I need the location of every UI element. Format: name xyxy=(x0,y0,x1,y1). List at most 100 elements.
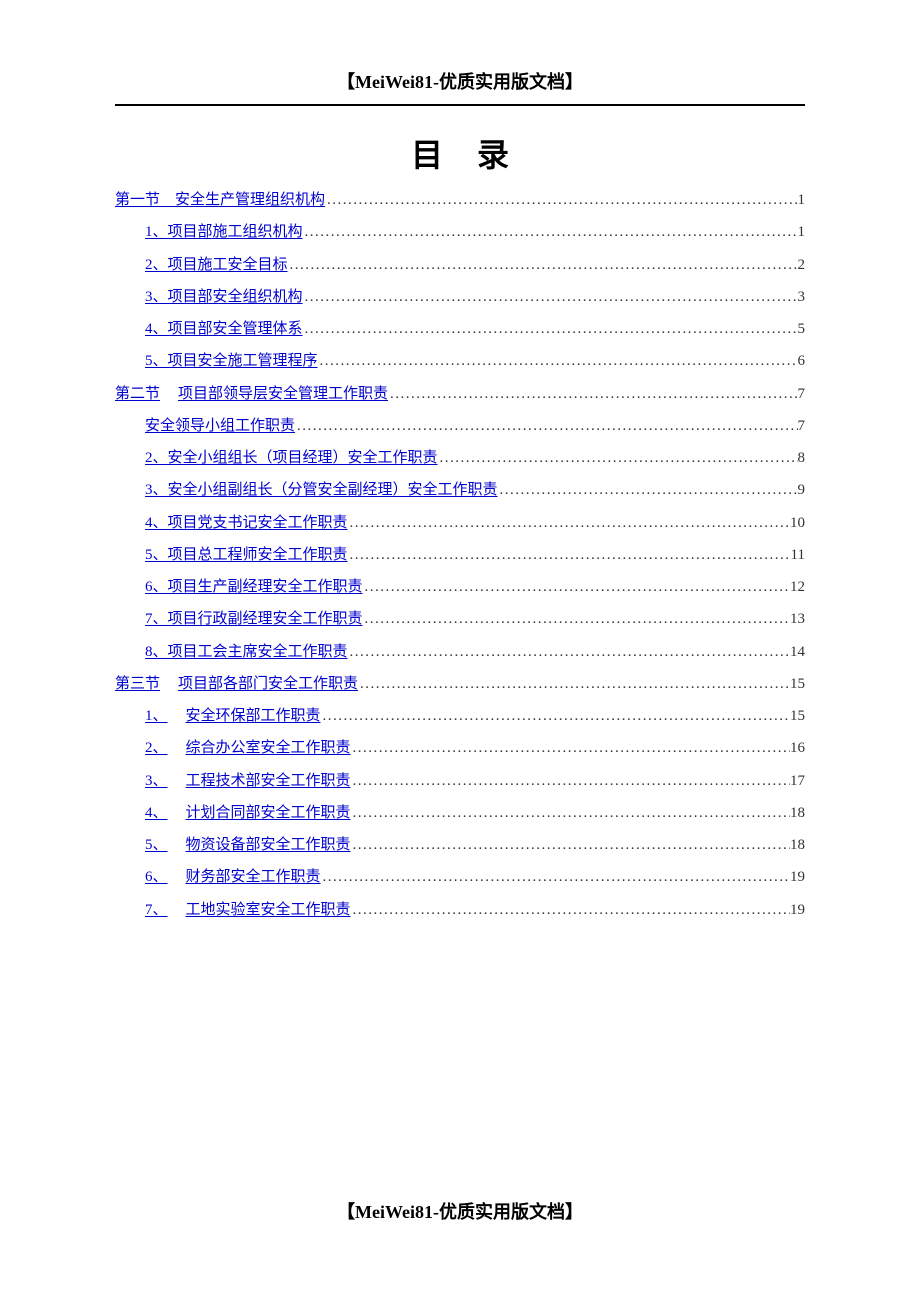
toc-leader-dots xyxy=(438,442,798,474)
toc-link[interactable]: 安全环保部工作职责 xyxy=(186,700,321,732)
toc-marker[interactable]: 第三节 xyxy=(115,668,160,700)
toc-link[interactable]: 工程技术部安全工作职责 xyxy=(186,765,351,797)
toc-entry: 1、安全环保部工作职责 15 xyxy=(115,700,805,732)
toc-page-number: 1 xyxy=(798,184,806,216)
toc-page-number: 3 xyxy=(798,281,806,313)
toc-leader-dots xyxy=(351,765,790,797)
toc-page-number: 7 xyxy=(798,378,806,410)
toc-leader-dots xyxy=(351,829,790,861)
toc-link[interactable]: 7、项目行政副经理安全工作职责 xyxy=(145,603,363,635)
toc-leader-dots xyxy=(498,474,798,506)
toc-entry: 8、项目工会主席安全工作职责 14 xyxy=(115,636,805,668)
toc-marker[interactable]: 1、 xyxy=(145,700,168,732)
toc-leader-dots xyxy=(288,249,798,281)
toc-link[interactable]: 项目部领导层安全管理工作职责 xyxy=(178,378,388,410)
toc-page-number: 15 xyxy=(790,700,805,732)
toc-leader-dots xyxy=(303,313,798,345)
toc-entry: 7、项目行政副经理安全工作职责 13 xyxy=(115,603,805,635)
toc-link[interactable]: 4、项目部安全管理体系 xyxy=(145,313,303,345)
toc-page-number: 18 xyxy=(790,829,805,861)
toc-leader-dots xyxy=(351,894,790,926)
toc-marker[interactable]: 2、 xyxy=(145,732,168,764)
toc-link[interactable]: 5、项目总工程师安全工作职责 xyxy=(145,539,348,571)
toc-entry: 5、项目安全施工管理程序 6 xyxy=(115,345,805,377)
toc-list: 第一节 安全生产管理组织机构11、项目部施工组织机构12、项目施工安全目标23、… xyxy=(115,184,805,926)
toc-link[interactable]: 8、项目工会主席安全工作职责 xyxy=(145,636,348,668)
toc-marker[interactable]: 7、 xyxy=(145,894,168,926)
toc-entry: 2、安全小组组长（项目经理）安全工作职责 8 xyxy=(115,442,805,474)
toc-leader-dots xyxy=(348,539,791,571)
toc-entry: 安全领导小组工作职责 7 xyxy=(115,410,805,442)
toc-page-number: 2 xyxy=(798,249,806,281)
toc-link[interactable]: 项目部各部门安全工作职责 xyxy=(178,668,358,700)
toc-leader-dots xyxy=(351,797,790,829)
toc-link[interactable]: 3、项目部安全组织机构 xyxy=(145,281,303,313)
toc-entry: 3、安全小组副组长（分管安全副经理）安全工作职责 9 xyxy=(115,474,805,506)
toc-page-number: 18 xyxy=(790,797,805,829)
page-header: 【MeiWei81-优质实用版文档】 xyxy=(115,68,805,104)
toc-page-number: 9 xyxy=(798,474,806,506)
toc-marker[interactable]: 第二节 xyxy=(115,378,160,410)
page-footer: 【MeiWei81-优质实用版文档】 xyxy=(0,1198,920,1224)
header-divider xyxy=(115,104,805,106)
toc-entry: 第二节项目部领导层安全管理工作职责 7 xyxy=(115,378,805,410)
toc-page-number: 13 xyxy=(790,603,805,635)
toc-entry: 4、项目党支书记安全工作职责10 xyxy=(115,507,805,539)
toc-page-number: 8 xyxy=(798,442,806,474)
toc-link[interactable]: 第一节 安全生产管理组织机构 xyxy=(115,184,325,216)
toc-leader-dots xyxy=(351,732,790,764)
toc-link[interactable]: 物资设备部安全工作职责 xyxy=(186,829,351,861)
toc-entry: 5、项目总工程师安全工作职责 11 xyxy=(115,539,805,571)
toc-leader-dots xyxy=(318,345,798,377)
toc-entry: 2、项目施工安全目标 2 xyxy=(115,249,805,281)
toc-leader-dots xyxy=(363,603,790,635)
toc-link[interactable]: 2、安全小组组长（项目经理）安全工作职责 xyxy=(145,442,438,474)
toc-link[interactable]: 计划合同部安全工作职责 xyxy=(186,797,351,829)
toc-page-number: 11 xyxy=(791,539,805,571)
toc-link[interactable]: 3、安全小组副组长（分管安全副经理）安全工作职责 xyxy=(145,474,498,506)
toc-link[interactable]: 财务部安全工作职责 xyxy=(186,861,321,893)
toc-page-number: 19 xyxy=(790,894,805,926)
toc-marker[interactable]: 4、 xyxy=(145,797,168,829)
toc-leader-dots xyxy=(325,184,797,216)
toc-leader-dots xyxy=(321,861,790,893)
toc-link[interactable]: 4、项目党支书记安全工作职责 xyxy=(145,507,348,539)
toc-page-number: 19 xyxy=(790,861,805,893)
toc-entry: 5、物资设备部安全工作职责 18 xyxy=(115,829,805,861)
toc-entry: 第一节 安全生产管理组织机构 1 xyxy=(115,184,805,216)
toc-page-number: 14 xyxy=(790,636,805,668)
toc-page-number: 7 xyxy=(798,410,806,442)
toc-leader-dots xyxy=(388,378,797,410)
toc-leader-dots xyxy=(348,636,790,668)
toc-heading: 目录 xyxy=(115,130,805,176)
toc-page-number: 5 xyxy=(798,313,806,345)
toc-link[interactable]: 综合办公室安全工作职责 xyxy=(186,732,351,764)
toc-marker[interactable]: 5、 xyxy=(145,829,168,861)
toc-leader-dots xyxy=(321,700,790,732)
toc-leader-dots xyxy=(358,668,790,700)
toc-leader-dots xyxy=(295,410,797,442)
toc-entry: 6、项目生产副经理安全工作职责12 xyxy=(115,571,805,603)
toc-entry: 3、工程技术部安全工作职责 17 xyxy=(115,765,805,797)
toc-entry: 3、项目部安全组织机构 3 xyxy=(115,281,805,313)
toc-entry: 2、综合办公室安全工作职责 16 xyxy=(115,732,805,764)
toc-entry: 第三节项目部各部门安全工作职责 15 xyxy=(115,668,805,700)
toc-leader-dots xyxy=(303,281,798,313)
toc-link[interactable]: 6、项目生产副经理安全工作职责 xyxy=(145,571,363,603)
toc-marker[interactable]: 3、 xyxy=(145,765,168,797)
toc-page-number: 16 xyxy=(790,732,805,764)
toc-entry: 7、工地实验室安全工作职责 19 xyxy=(115,894,805,926)
toc-entry: 1、项目部施工组织机构1 xyxy=(115,216,805,248)
toc-link[interactable]: 5、项目安全施工管理程序 xyxy=(145,345,318,377)
toc-entry: 4、项目部安全管理体系 5 xyxy=(115,313,805,345)
toc-link[interactable]: 1、项目部施工组织机构 xyxy=(145,216,303,248)
toc-marker[interactable]: 6、 xyxy=(145,861,168,893)
toc-entry: 6、财务部安全工作职责 19 xyxy=(115,861,805,893)
toc-leader-dots xyxy=(303,216,798,248)
toc-page-number: 15 xyxy=(790,668,805,700)
toc-link[interactable]: 工地实验室安全工作职责 xyxy=(186,894,351,926)
toc-page-number: 17 xyxy=(790,765,805,797)
toc-link[interactable]: 安全领导小组工作职责 xyxy=(145,410,295,442)
toc-page-number: 6 xyxy=(798,345,806,377)
toc-link[interactable]: 2、项目施工安全目标 xyxy=(145,249,288,281)
